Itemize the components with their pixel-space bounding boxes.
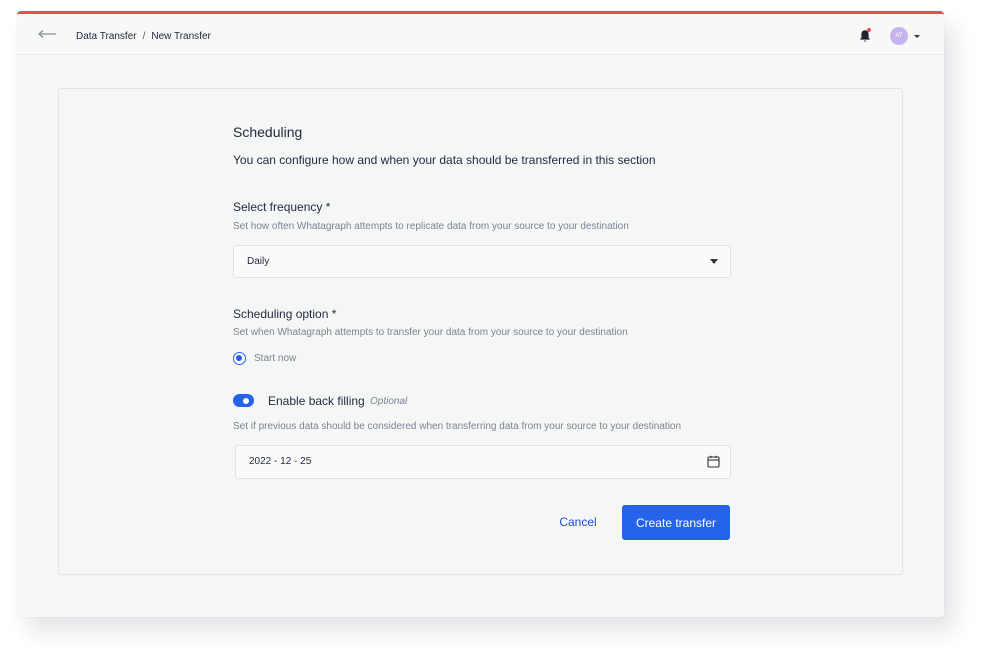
frequency-selected-value: Daily [247, 256, 270, 267]
breadcrumb-item-new-transfer: New Transfer [151, 31, 211, 42]
top-bar: Data Transfer / New Transfer AT [17, 14, 944, 55]
backfill-hint: Set if previous data should be considere… [233, 421, 682, 432]
chevron-down-icon[interactable] [914, 35, 920, 38]
calendar-icon[interactable] [707, 455, 720, 468]
scheduling-label: Scheduling option * [233, 307, 337, 321]
scheduling-hint: Set when Whatagraph attempts to transfer… [233, 327, 628, 338]
notification-dot [867, 28, 871, 32]
start-now-label: Start now [254, 353, 297, 364]
start-now-radio[interactable] [233, 352, 246, 365]
breadcrumb: Data Transfer / New Transfer [76, 14, 211, 54]
cancel-button[interactable]: Cancel [545, 514, 611, 530]
back-arrow-icon[interactable] [37, 27, 57, 41]
frequency-select[interactable]: Daily [233, 245, 731, 278]
backfill-date-value: 2022 - 12 - 25 [249, 456, 312, 467]
frequency-label: Select frequency * [233, 200, 331, 214]
scheduling-card: Scheduling You can configure how and whe… [58, 88, 903, 575]
optional-tag: Optional [370, 396, 408, 407]
breadcrumb-separator: / [142, 31, 146, 42]
breadcrumb-item-data-transfer[interactable]: Data Transfer [76, 31, 137, 42]
app-window: Data Transfer / New Transfer AT Scheduling… [17, 11, 944, 617]
page-title: Scheduling [233, 124, 303, 140]
page-subtitle: You can configure how and when your data… [233, 153, 656, 167]
chevron-down-icon [710, 259, 718, 264]
backfill-date-input[interactable]: 2022 - 12 - 25 [235, 445, 731, 479]
frequency-hint: Set how often Whatagraph attempts to rep… [233, 221, 629, 232]
backfill-toggle[interactable] [233, 394, 254, 407]
avatar[interactable]: AT [890, 27, 908, 45]
create-transfer-button[interactable]: Create transfer [622, 505, 730, 540]
backfill-label: Enable back filling [268, 394, 365, 408]
